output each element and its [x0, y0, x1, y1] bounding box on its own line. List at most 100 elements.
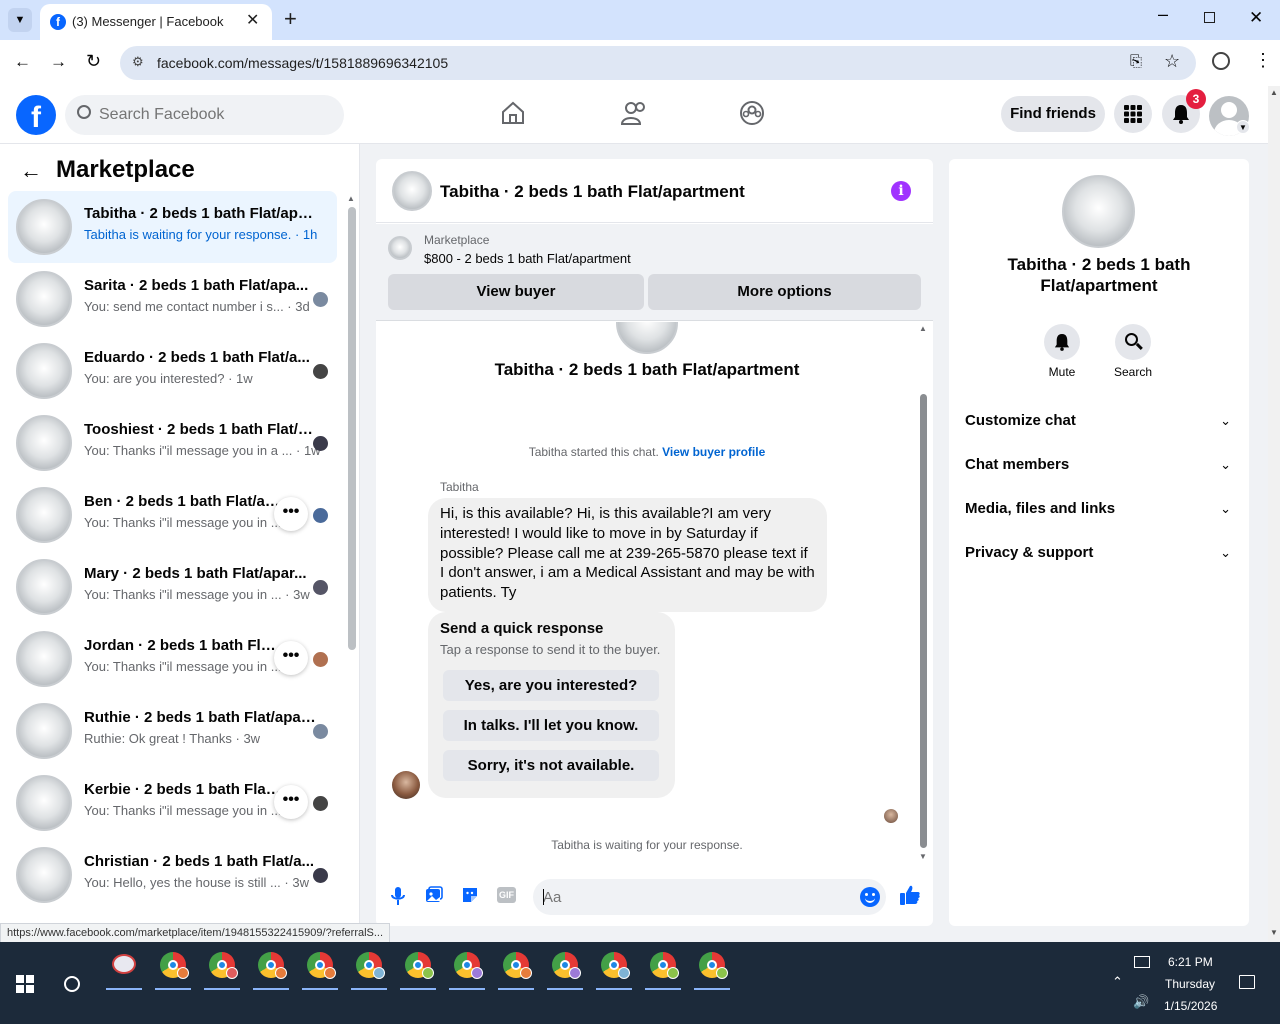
- photo-icon[interactable]: [425, 886, 443, 904]
- chrome-icon[interactable]: [692, 950, 730, 990]
- listing-thumbnail[interactable]: [388, 236, 412, 260]
- sender-avatar[interactable]: [392, 771, 420, 799]
- more-options-icon[interactable]: •••: [274, 641, 308, 675]
- search-conversation-button[interactable]: [1115, 324, 1151, 360]
- chrome-icon[interactable]: [545, 950, 583, 990]
- groups-icon[interactable]: [739, 100, 765, 126]
- chrome-icon[interactable]: [251, 950, 289, 990]
- conversation-item[interactable]: Ben · 2 beds 1 bath Flat/apart You: Thank…: [8, 479, 337, 551]
- section-customize-chat[interactable]: Customize chat ⌄: [949, 409, 1249, 433]
- minimize-icon[interactable]: –: [1158, 4, 1168, 25]
- tray-chevron-icon[interactable]: ⌃: [1112, 974, 1123, 990]
- conversation-item[interactable]: Sarita · 2 beds 1 bath Flat/apa... You: s…: [8, 263, 337, 335]
- view-buyer-profile-link[interactable]: View buyer profile: [662, 445, 765, 459]
- back-icon[interactable]: ←: [14, 52, 31, 72]
- friends-icon[interactable]: [620, 100, 648, 126]
- message-input-field[interactable]: [533, 879, 886, 915]
- home-icon[interactable]: [500, 100, 526, 126]
- emoji-icon[interactable]: [860, 887, 880, 907]
- quick-response-title: Send a quick response: [440, 620, 604, 637]
- back-arrow-icon[interactable]: ←: [20, 158, 42, 184]
- url-bar[interactable]: ⚙ facebook.com/messages/t/15818896963421…: [120, 46, 1196, 80]
- reload-icon[interactable]: ↻: [86, 51, 101, 72]
- conversation-item[interactable]: Ruthie · 2 beds 1 bath Flat/apart... Ruth…: [8, 695, 337, 767]
- clock-day[interactable]: Thursday: [1165, 977, 1215, 991]
- conversation-item[interactable]: Eduardo · 2 beds 1 bath Flat/a... You: ar…: [8, 335, 337, 407]
- sticker-icon[interactable]: [461, 886, 479, 904]
- chrome-icon[interactable]: [447, 950, 485, 990]
- mute-button[interactable]: [1044, 324, 1080, 360]
- restore-icon[interactable]: [1204, 12, 1215, 23]
- tab-search-button[interactable]: ▼: [8, 8, 32, 32]
- section-chat-members[interactable]: Chat members ⌄: [949, 453, 1249, 477]
- conversation-item[interactable]: Christian · 2 beds 1 bath Flat/a... You: …: [8, 839, 337, 911]
- bookmark-star-icon[interactable]: ☆: [1164, 51, 1180, 72]
- thread-scrollbar[interactable]: [920, 394, 927, 848]
- conversation-item[interactable]: Tooshiest · 2 beds 1 bath Flat/ap... You:…: [8, 407, 337, 479]
- section-media-files-links[interactable]: Media, files and links ⌄: [949, 497, 1249, 521]
- microphone-icon[interactable]: [391, 886, 405, 906]
- facebook-logo-icon[interactable]: f: [16, 95, 56, 135]
- section-privacy-support[interactable]: Privacy & support ⌄: [949, 541, 1249, 565]
- thread-scroll-down-icon[interactable]: ▼: [919, 852, 927, 861]
- conversation-item[interactable]: Tabitha · 2 beds 1 bath Flat/apar... Tabi…: [8, 191, 337, 263]
- clock-time[interactable]: 6:21 PM: [1168, 955, 1213, 969]
- seen-avatar: [313, 868, 328, 883]
- browser-menu-icon[interactable]: ⋮: [1254, 50, 1272, 71]
- thread-scroll-up-icon[interactable]: ▲: [919, 324, 927, 333]
- conversation-item[interactable]: Jordan · 2 beds 1 bath Flat/ar You: Thank…: [8, 623, 337, 695]
- more-options-icon[interactable]: •••: [274, 785, 308, 819]
- more-options-button[interactable]: More options: [648, 274, 921, 310]
- close-window-icon[interactable]: ✕: [1249, 8, 1263, 28]
- marketplace-sidebar: ← Marketplace Tabitha · 2 beds 1 bath Fl…: [0, 144, 360, 942]
- forward-icon[interactable]: →: [50, 52, 67, 72]
- chrome-icon[interactable]: [300, 950, 338, 990]
- more-options-icon[interactable]: •••: [274, 497, 308, 531]
- browser-tab[interactable]: f (3) Messenger | Facebook ✕: [40, 4, 272, 40]
- search-facebook-field[interactable]: [65, 95, 344, 135]
- chrome-icon[interactable]: [202, 950, 240, 990]
- menu-grid-button[interactable]: [1114, 95, 1152, 133]
- account-chevron-icon[interactable]: ▼: [1236, 120, 1250, 134]
- gif-icon[interactable]: GIF: [497, 887, 516, 903]
- install-app-icon[interactable]: ⎘: [1130, 53, 1142, 70]
- site-info-icon[interactable]: ⚙: [132, 54, 144, 70]
- chrome-icon[interactable]: [594, 950, 632, 990]
- volume-icon[interactable]: 🔊: [1133, 994, 1149, 1010]
- page-scroll-up-icon[interactable]: ▲: [1270, 88, 1278, 97]
- paint-app-icon[interactable]: [104, 950, 142, 990]
- chat-title[interactable]: Tabitha · 2 beds 1 bath Flat/apartment: [440, 182, 745, 202]
- notification-center-icon[interactable]: [1239, 975, 1255, 989]
- find-friends-button[interactable]: Find friends: [1001, 96, 1105, 132]
- listing-text[interactable]: $800 - 2 beds 1 bath Flat/apartment: [424, 251, 631, 266]
- chrome-icon[interactable]: [153, 950, 191, 990]
- page-scrollbar[interactable]: ▲ ▼: [1268, 86, 1280, 942]
- message-input[interactable]: [543, 879, 843, 915]
- info-icon[interactable]: i: [891, 181, 911, 201]
- conversation-item[interactable]: Kerbie · 2 beds 1 bath Flat/ap You: Thank…: [8, 767, 337, 839]
- chat-avatar[interactable]: [392, 171, 432, 211]
- chrome-icon[interactable]: [398, 950, 436, 990]
- quick-reply-not-available-button[interactable]: Sorry, it's not available.: [443, 750, 659, 781]
- sidebar-scrollbar[interactable]: [348, 207, 356, 650]
- windows-start-icon[interactable]: [16, 975, 34, 993]
- details-avatar[interactable]: [1062, 175, 1135, 248]
- message-bubble[interactable]: Hi, is this available? Hi, is this avail…: [428, 498, 827, 612]
- conversation-item[interactable]: Mary · 2 beds 1 bath Flat/apar... You: Th…: [8, 551, 337, 623]
- chrome-icon[interactable]: [349, 950, 387, 990]
- network-icon[interactable]: [1134, 956, 1150, 968]
- sidebar-scroll-up-icon[interactable]: ▲: [347, 194, 355, 203]
- quick-reply-yes-button[interactable]: Yes, are you interested?: [443, 670, 659, 701]
- chrome-icon[interactable]: [643, 950, 681, 990]
- thumbs-up-icon[interactable]: [899, 884, 921, 906]
- new-tab-icon[interactable]: +: [284, 6, 297, 32]
- profile-icon[interactable]: [1212, 52, 1230, 70]
- page-scroll-down-icon[interactable]: ▼: [1270, 928, 1278, 937]
- cortana-search-icon[interactable]: [64, 976, 80, 992]
- search-input[interactable]: [99, 95, 329, 135]
- clock-date[interactable]: 1/15/2026: [1164, 999, 1217, 1013]
- close-tab-icon[interactable]: ✕: [246, 10, 259, 30]
- chrome-icon[interactable]: [496, 950, 534, 990]
- quick-reply-in-talks-button[interactable]: In talks. I'll let you know.: [443, 710, 659, 741]
- view-buyer-button[interactable]: View buyer: [388, 274, 644, 310]
